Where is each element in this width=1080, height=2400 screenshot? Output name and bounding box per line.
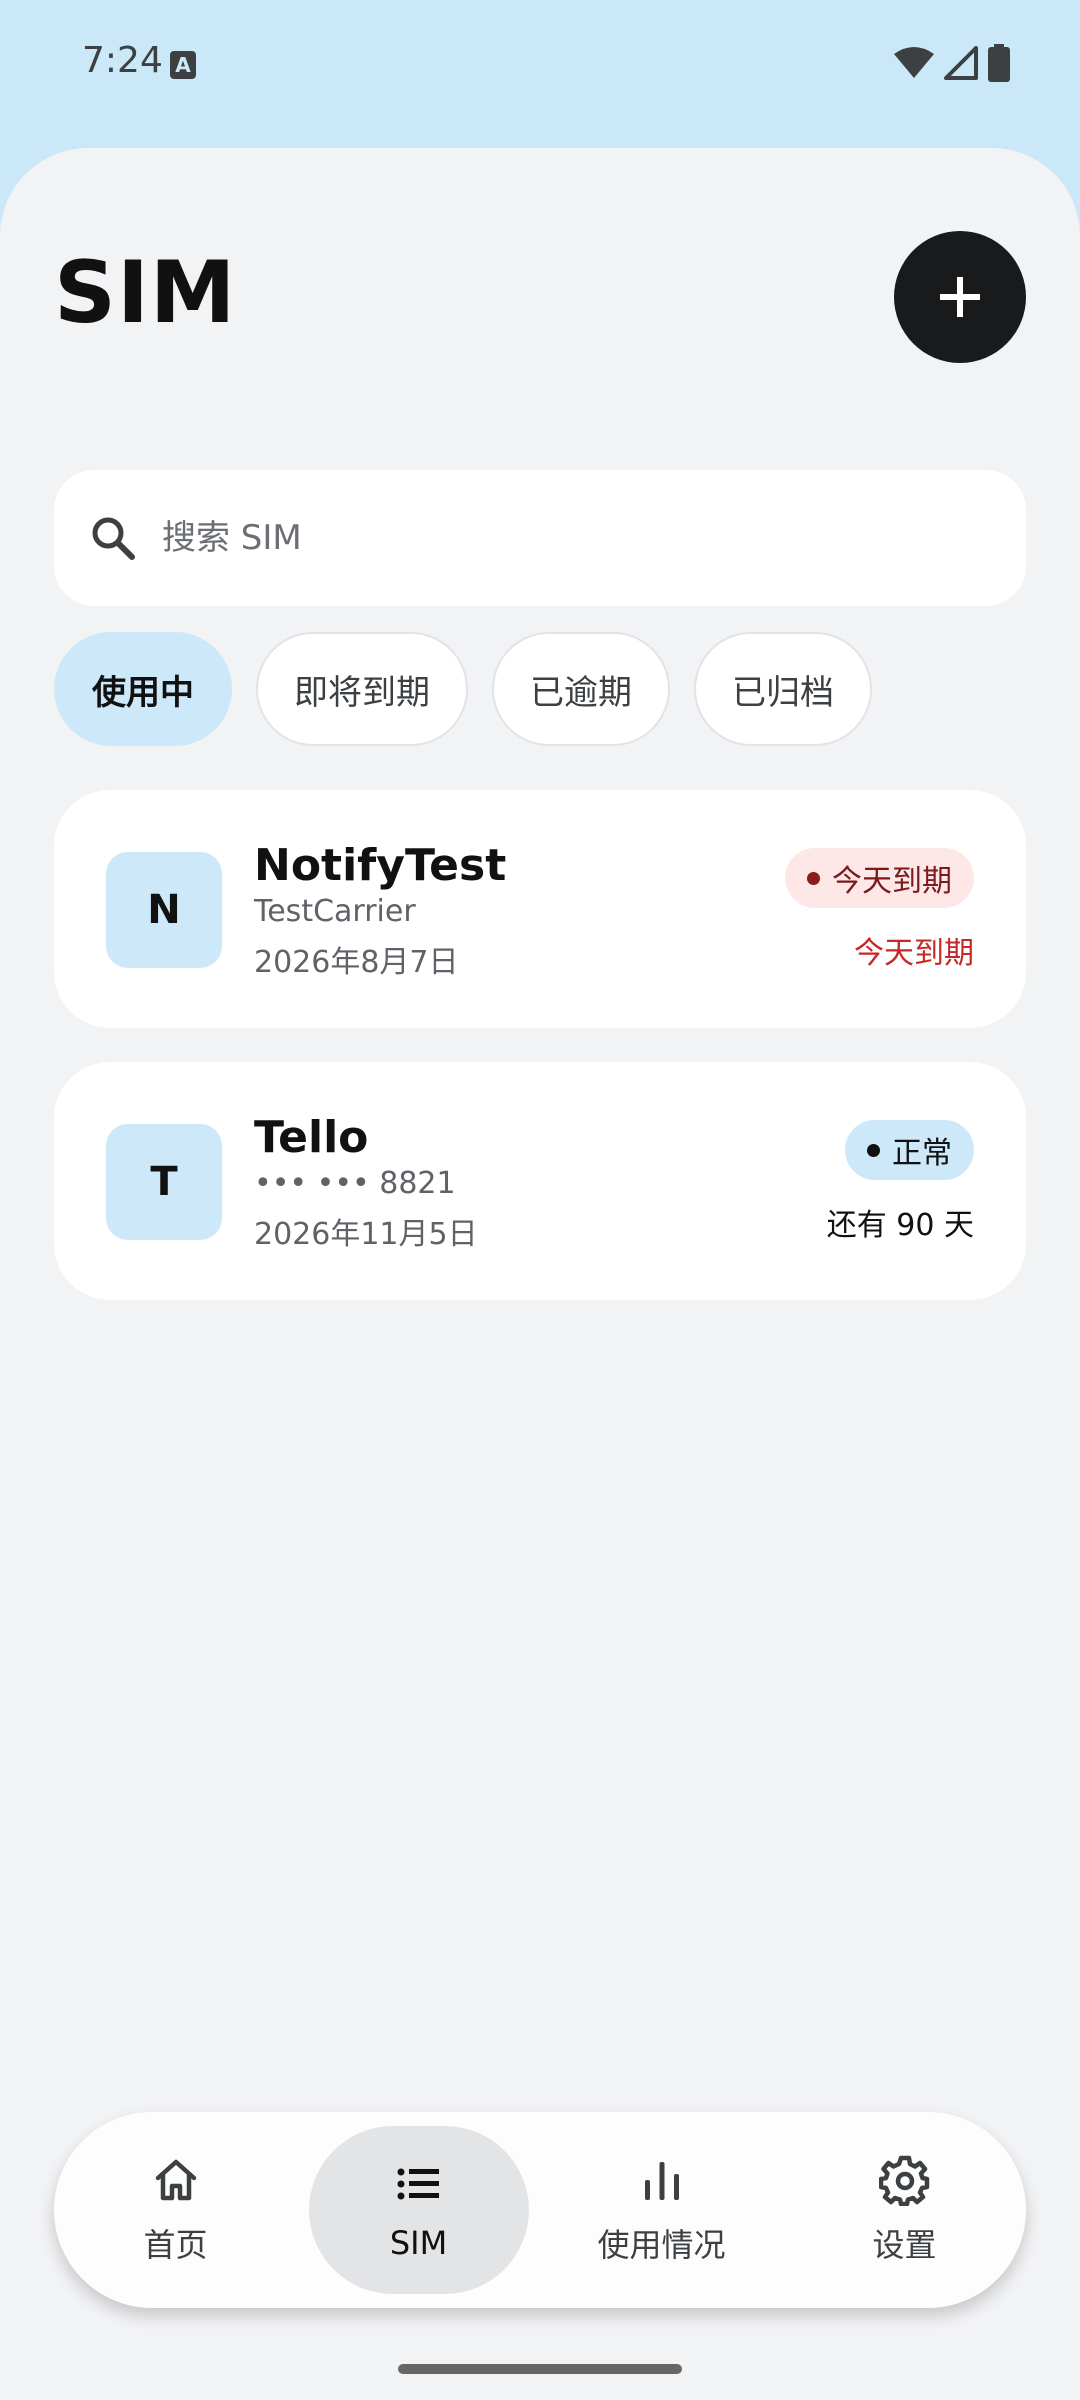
gear-icon	[878, 2155, 929, 2206]
page-title: SIM	[54, 243, 237, 343]
remaining-time: 今天到期	[854, 936, 974, 971]
sim-card-tello[interactable]: T Tello ••• ••• 8821 2026年11月5日 正常 还有 90…	[54, 1062, 1026, 1300]
status-icons	[894, 44, 1010, 82]
nav-label: 首页	[143, 2226, 208, 2264]
nav-label: 使用情况	[597, 2226, 726, 2264]
status-dot-icon	[867, 1143, 880, 1157]
filter-chip-overdue[interactable]: 已逾期	[492, 632, 670, 746]
avatar: N	[106, 852, 222, 968]
status-badge: 今天到期	[785, 848, 974, 908]
nav-item-settings[interactable]: 设置	[795, 2126, 1015, 2294]
list-icon	[397, 2168, 439, 2200]
status-badge-label: 今天到期	[832, 864, 952, 899]
plus-icon	[940, 277, 980, 317]
battery-icon	[988, 44, 1010, 82]
search-bar[interactable]	[54, 470, 1026, 606]
sim-carrier: TestCarrier	[254, 894, 416, 929]
search-input[interactable]	[162, 518, 962, 558]
screen: 7:24 A SIM 搜索 SIM 使用中 即将到期 已逾期 已归档 N Not…	[0, 0, 1080, 2400]
filter-chips: 使用中 即将到期 已逾期 已归档	[54, 632, 872, 746]
nav-item-sim[interactable]: SIM	[308, 2126, 529, 2294]
sim-card-notifytest[interactable]: N NotifyTest TestCarrier 2026年8月7日 今天到期 …	[54, 790, 1026, 1028]
main-sheet: SIM 使用中 即将到期 已逾期 已归档 N NotifyTest TestCa…	[0, 148, 1080, 2400]
avatar: T	[106, 1124, 222, 1240]
nav-label: SIM	[389, 2224, 448, 2262]
status-dot-icon	[807, 871, 820, 885]
sim-number: ••• ••• 8821	[254, 1166, 456, 1201]
search-icon	[92, 517, 135, 560]
filter-chip-expiring[interactable]: 即将到期	[256, 632, 468, 746]
filter-chip-archived[interactable]: 已归档	[694, 632, 872, 746]
status-time: 7:24	[82, 40, 163, 81]
sim-name: Tello	[254, 1112, 369, 1163]
home-icon	[155, 2159, 196, 2201]
remaining-time: 还有 90 天	[826, 1208, 974, 1243]
filter-chip-active[interactable]: 使用中	[54, 632, 232, 746]
add-sim-button[interactable]	[894, 231, 1026, 363]
status-badge-label: 正常	[892, 1136, 952, 1171]
wifi-icon	[894, 47, 934, 78]
status-bar: 7:24 A	[0, 0, 1080, 130]
keyboard-indicator-icon: A	[170, 51, 196, 79]
sim-expiry-date: 2026年8月7日	[254, 945, 459, 980]
bottom-navigation: 首页 SIM 使用情况 设置	[54, 2112, 1026, 2308]
nav-label: 设置	[872, 2226, 937, 2264]
status-badge: 正常	[845, 1120, 974, 1180]
signal-icon	[944, 46, 978, 80]
sim-expiry-date: 2026年11月5日	[254, 1217, 478, 1252]
sim-name: NotifyTest	[254, 840, 507, 891]
home-indicator[interactable]	[398, 2364, 682, 2374]
nav-item-usage[interactable]: 使用情况	[552, 2126, 772, 2294]
bar-chart-icon	[644, 2162, 679, 2200]
nav-item-home[interactable]: 首页	[66, 2126, 286, 2294]
